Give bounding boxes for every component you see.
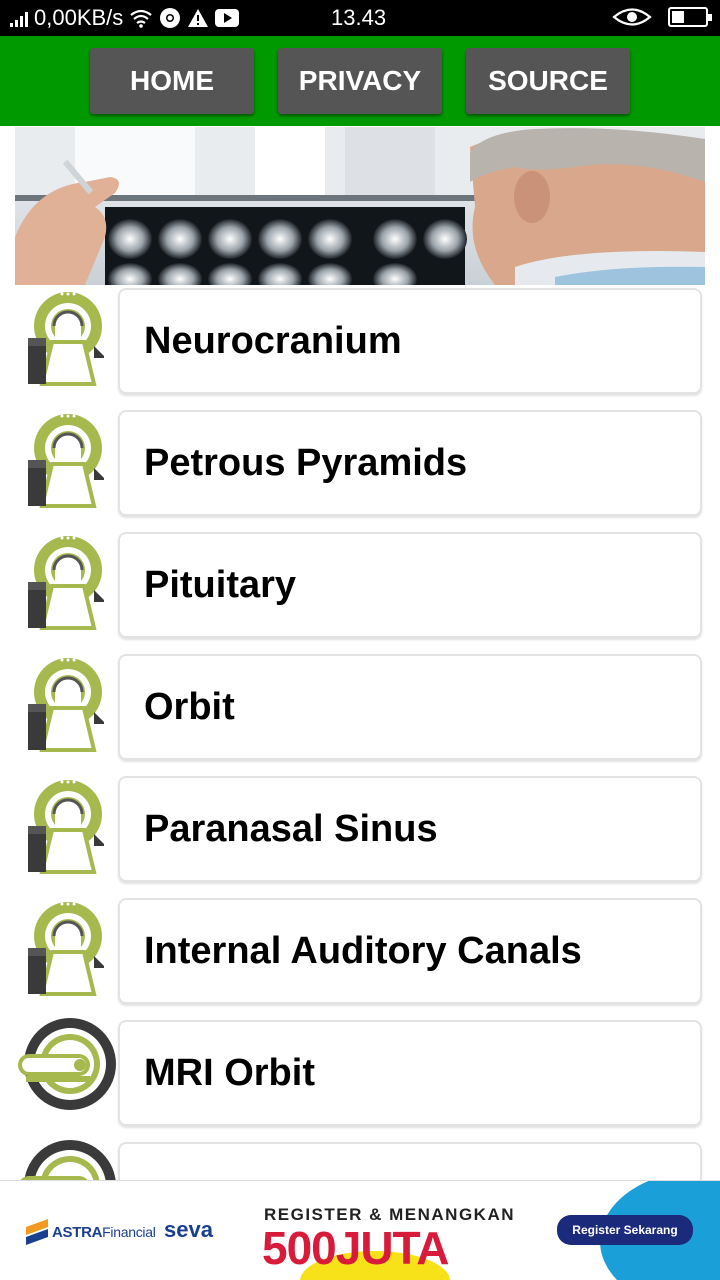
- list-item-card[interactable]: Neurocranium: [118, 288, 702, 394]
- ad-close-icon[interactable]: [690, 1189, 716, 1215]
- list-item-card[interactable]: [118, 1142, 702, 1180]
- chrome-icon: [159, 7, 181, 29]
- ad-info-icon[interactable]: [660, 1189, 686, 1215]
- astra-sub: Financial: [102, 1223, 156, 1240]
- list-item-label: MRI Orbit: [144, 1051, 315, 1094]
- list-item-card[interactable]: Orbit: [118, 654, 702, 760]
- seva-logo: seva: [164, 1217, 213, 1242]
- list-item[interactable]: Paranasal Sinus: [0, 774, 720, 886]
- ad-amount: 500JUTA: [262, 1222, 449, 1274]
- ct-scanner-icon: [18, 530, 120, 632]
- ct-scanner-icon: [18, 896, 120, 998]
- astra-brand: ASTRA: [52, 1223, 103, 1241]
- signal-icon: [10, 9, 28, 27]
- list-item[interactable]: Petrous Pyramids: [0, 408, 720, 520]
- eye-icon: [612, 6, 652, 28]
- list-item-label: Petrous Pyramids: [144, 441, 468, 484]
- top-nav: HOME PRIVACY SOURCE: [0, 36, 720, 126]
- list-item[interactable]: Internal Auditory Canals: [0, 896, 720, 1008]
- source-button[interactable]: SOURCE: [466, 48, 630, 114]
- ct-scanner-icon: [18, 652, 120, 754]
- list-item-card[interactable]: Paranasal Sinus: [118, 776, 702, 882]
- wifi-icon: [129, 8, 153, 28]
- warning-icon: [187, 8, 209, 28]
- list-item-card[interactable]: Internal Auditory Canals: [118, 898, 702, 1004]
- clock: 13.43: [331, 5, 387, 30]
- home-button[interactable]: HOME: [90, 48, 254, 114]
- list-item-card[interactable]: Petrous Pyramids: [118, 410, 702, 516]
- status-right: [612, 6, 712, 28]
- list-item-label: Neurocranium: [144, 319, 402, 362]
- list-item[interactable]: [0, 1140, 720, 1180]
- mri-scanner-icon: [18, 1138, 120, 1180]
- status-left: 0,00KB/s: [10, 5, 240, 31]
- privacy-button[interactable]: PRIVACY: [278, 48, 442, 114]
- list-item[interactable]: Neurocranium: [0, 286, 720, 398]
- list-item-card[interactable]: MRI Orbit: [118, 1020, 702, 1126]
- status-bar: 0,00KB/s 13.43: [0, 0, 720, 36]
- scan-list: Neurocranium Petrous Pyramids Pituitary …: [0, 286, 720, 1180]
- mri-scanner-icon: [18, 1016, 120, 1118]
- list-item[interactable]: Pituitary: [0, 530, 720, 642]
- ct-scanner-icon: [18, 286, 120, 388]
- ad-banner[interactable]: ASTRAFinancial seva REGISTER & MENANGKAN…: [0, 1180, 720, 1280]
- network-speed: 0,00KB/s: [34, 5, 124, 30]
- youtube-icon: [215, 9, 240, 27]
- ct-scanner-icon: [18, 774, 120, 876]
- ct-scanner-icon: [18, 408, 120, 510]
- list-item[interactable]: MRI Orbit: [0, 1018, 720, 1130]
- astra-logo-icon: [26, 1219, 48, 1245]
- list-item-label: Paranasal Sinus: [144, 807, 438, 850]
- banner-image: [15, 127, 705, 285]
- list-item-label: Internal Auditory Canals: [144, 929, 582, 972]
- battery-icon: [668, 7, 712, 27]
- list-item-label: Orbit: [144, 685, 235, 728]
- list-item-card[interactable]: Pituitary: [118, 532, 702, 638]
- battery-level: [672, 11, 684, 23]
- register-button[interactable]: Register Sekarang: [557, 1215, 693, 1245]
- astra-financial-logo: ASTRAFinancial: [26, 1219, 156, 1245]
- list-item-label: Pituitary: [144, 563, 297, 606]
- list-item[interactable]: Orbit: [0, 652, 720, 764]
